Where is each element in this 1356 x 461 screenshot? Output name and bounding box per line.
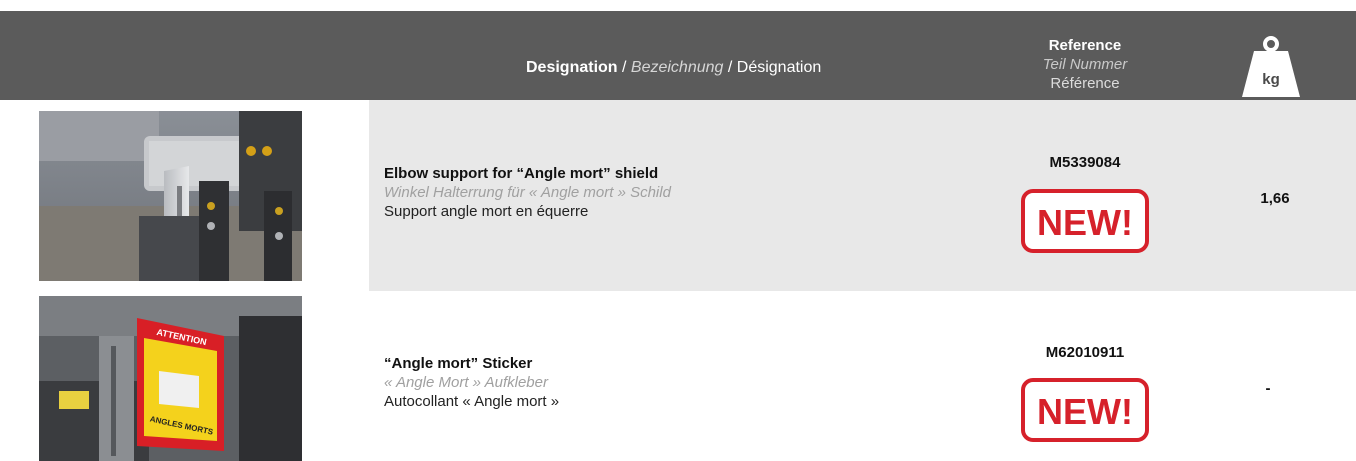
new-badge-label: NEW!: [1037, 391, 1133, 432]
item-name-de: « Angle Mort » Aufkleber: [384, 374, 548, 391]
item-name-fr: Support angle mort en équerre: [384, 203, 589, 220]
weight-kg-icon: kg: [1242, 36, 1300, 97]
reference-fr: Référence: [1050, 75, 1120, 92]
weight-unit-label: kg: [1262, 71, 1280, 88]
item-description: “Angle mort” Sticker « Angle Mort » Aufk…: [384, 354, 559, 411]
designation-de: Bezeichnung: [630, 59, 724, 76]
reference-column-header: Reference Teil Nummer Référence: [1030, 36, 1140, 93]
sticker-photo: ATTENTION ANGLES MORTS: [39, 296, 302, 461]
designation-en: Designation: [526, 59, 618, 76]
table-header: Designation / Bezeichnung / Désignation …: [0, 11, 1356, 100]
reference-en: Reference: [1048, 37, 1122, 54]
item-weight: 1,66: [1260, 190, 1290, 207]
new-badge: NEW!: [1021, 378, 1149, 442]
item-name-de: Winkel Halterrung für « Angle mort » Sch…: [384, 184, 671, 201]
new-badge-label: NEW!: [1037, 202, 1133, 243]
header-separator: /: [723, 59, 737, 76]
new-badge: NEW!: [1021, 189, 1149, 253]
item-name-en: Elbow support for “Angle mort” shield: [384, 165, 659, 182]
item-name-en: “Angle mort” Sticker: [384, 355, 533, 372]
elbow-support-photo: [39, 111, 302, 281]
header-separator: /: [617, 59, 631, 76]
item-weight: -: [1265, 380, 1271, 397]
item-reference: M62010911: [1045, 344, 1125, 361]
designation-fr: Désignation: [736, 59, 822, 76]
item-name-fr: Autocollant « Angle mort »: [384, 393, 560, 410]
designation-column-header: Designation / Bezeichnung / Désignation: [526, 59, 821, 77]
item-description: Elbow support for “Angle mort” shield Wi…: [384, 164, 671, 221]
item-reference: M5339084: [1049, 154, 1121, 171]
reference-de: Teil Nummer: [1042, 56, 1128, 73]
